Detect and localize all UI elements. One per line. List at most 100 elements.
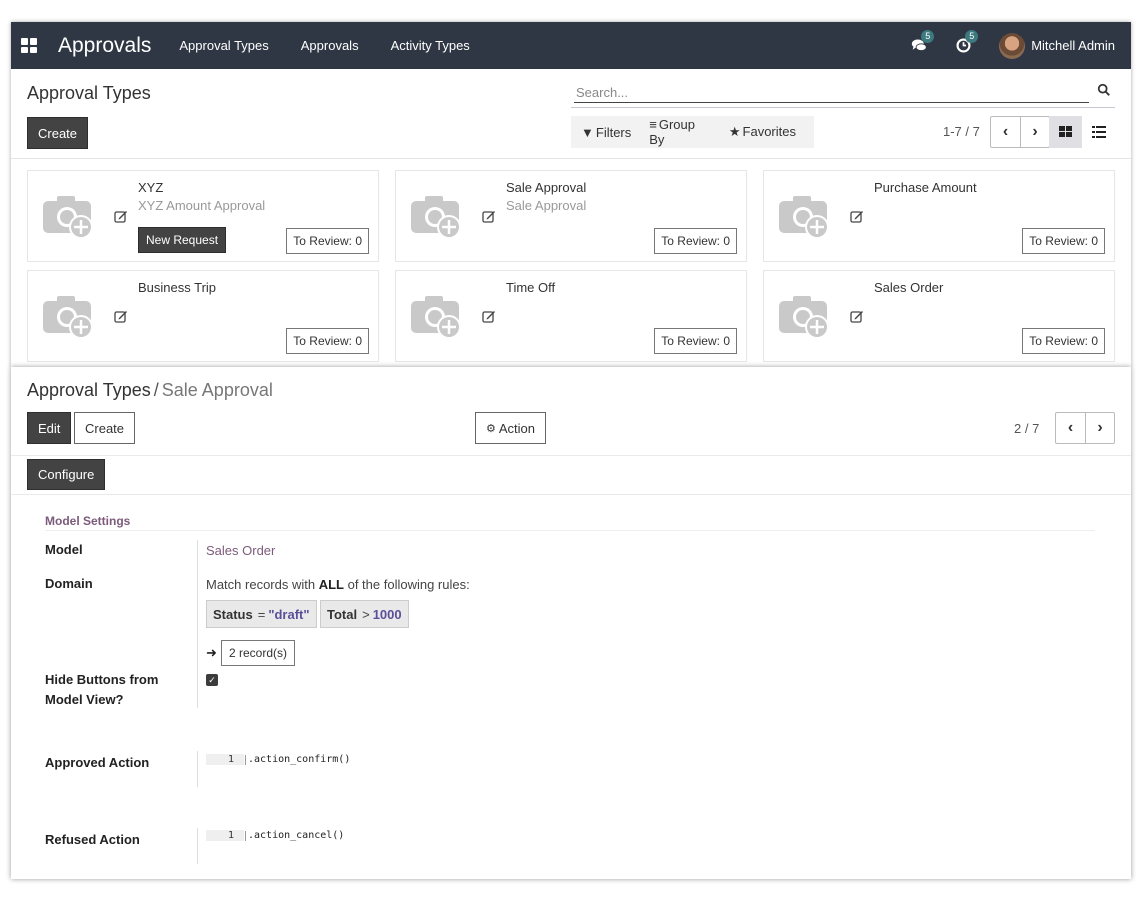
list-view-button[interactable] <box>1082 116 1115 148</box>
to-review-button[interactable]: To Review: 0 <box>1022 228 1105 254</box>
user-avatar[interactable] <box>999 32 1026 59</box>
kanban-card[interactable]: Purchase Amount To Review: 0 <box>763 170 1115 262</box>
hide-buttons-label-line1: Hide Buttons from <box>45 672 159 687</box>
systray: 5 5 Mitchell Admin <box>911 22 1115 69</box>
domain-rule-chip[interactable]: Total >1000 <box>320 600 409 628</box>
action-button[interactable]: ⚙ Action <box>475 412 547 444</box>
configure-button[interactable]: Configure <box>27 459 106 490</box>
line-number: 1 <box>206 754 244 765</box>
top-navbar: Approvals Approval Types Approvals Activ… <box>11 22 1131 69</box>
card-name: Time Off <box>506 280 556 295</box>
pager-buttons: ‹ › <box>990 116 1050 148</box>
card-name: Sales Order <box>874 280 944 295</box>
arrow-right-icon: ➜ <box>206 645 217 660</box>
pager-previous-button[interactable]: ‹ <box>1056 413 1085 443</box>
approval-types-kanban-window: Approvals Approval Types Approvals Activ… <box>11 22 1131 367</box>
new-request-button[interactable]: New Request <box>138 227 227 253</box>
kanban-card[interactable]: Sales Order To Review: 0 <box>763 270 1115 362</box>
hide-buttons-label: Hide Buttons from Model View? <box>45 670 158 710</box>
groupby-label: Group By <box>649 117 695 147</box>
camera-placeholder-icon <box>779 296 829 339</box>
text-cursor <box>245 754 246 765</box>
approved-action-code-editor[interactable]: 1 .action_confirm() <box>206 754 350 765</box>
camera-placeholder-icon <box>779 196 829 239</box>
create-button[interactable]: Create <box>74 412 136 444</box>
view-switcher <box>1049 116 1115 148</box>
to-review-button[interactable]: To Review: 0 <box>654 328 737 354</box>
line-number: 1 <box>206 830 244 841</box>
search-icon[interactable] <box>1097 83 1111 97</box>
rule-value: "draft" <box>268 606 310 622</box>
records-count-button[interactable]: 2 record(s) <box>221 640 296 666</box>
messages-badge: 5 <box>921 29 935 43</box>
activities-badge: 5 <box>965 29 979 43</box>
favorites-label: Favorites <box>742 124 796 139</box>
check-icon: ✓ <box>208 674 216 685</box>
edit-icon[interactable] <box>850 309 864 323</box>
domain-rule-chip[interactable]: Status = "draft" <box>206 600 317 628</box>
code-line: .action_confirm() <box>248 754 351 765</box>
to-review-button[interactable]: To Review: 0 <box>654 228 737 254</box>
camera-placeholder-icon <box>43 296 93 339</box>
menu-item-approvals[interactable]: Approvals <box>285 38 375 53</box>
pager-next-button[interactable]: › <box>1020 117 1049 147</box>
menu-item-approval-types[interactable]: Approval Types <box>163 38 284 53</box>
rule-operator: = <box>257 606 266 622</box>
menu-item-activity-types[interactable]: Activity Types <box>375 38 486 53</box>
rule-value: 1000 <box>372 606 402 622</box>
main-menu: Approval Types Approvals Activity Types <box>163 38 485 53</box>
activities-button[interactable]: 5 <box>955 29 979 55</box>
camera-placeholder-icon <box>411 296 461 339</box>
pager-next-button[interactable]: › <box>1085 413 1114 443</box>
edit-icon[interactable] <box>482 209 496 223</box>
page-title: Approval Types <box>27 83 151 103</box>
card-name: Purchase Amount <box>874 180 977 195</box>
model-value-link[interactable]: Sales Order <box>206 543 275 558</box>
app-brand[interactable]: Approvals <box>58 34 151 58</box>
refused-action-label: Refused Action <box>45 832 140 847</box>
edit-icon[interactable] <box>850 209 864 223</box>
search-divider <box>571 107 1115 108</box>
rule-operator: > <box>362 606 370 622</box>
divider <box>11 455 1131 456</box>
edit-icon[interactable] <box>114 209 128 223</box>
hide-buttons-label-line2: Model View? <box>45 692 124 707</box>
card-name: XYZ <box>138 180 164 195</box>
breadcrumb: Approval Types / Sale Approval <box>27 380 273 401</box>
filters-button[interactable]: ▼ Filters <box>581 125 631 140</box>
search-options: ▼ Filters ≡ Group By ★ Favorites <box>571 116 814 148</box>
kanban-card[interactable]: XYZ XYZ Amount Approval New Request To R… <box>27 170 379 262</box>
refused-action-code-editor[interactable]: 1 .action_cancel() <box>206 830 344 841</box>
kanban-view-button[interactable] <box>1049 116 1082 148</box>
camera-placeholder-icon <box>43 196 93 239</box>
pager-value[interactable]: 1-7 / 7 <box>943 124 980 139</box>
hide-buttons-checkbox[interactable]: ✓ <box>206 674 218 686</box>
code-line: .action_cancel() <box>248 830 345 841</box>
search-input[interactable]: Search... <box>574 82 1089 103</box>
sale-approval-form-window: Approval Types / Sale Approval Edit Create… <box>11 367 1131 879</box>
groupby-button[interactable]: ≡ Group By <box>649 117 711 147</box>
to-review-button[interactable]: To Review: 0 <box>286 328 369 354</box>
user-name[interactable]: Mitchell Admin <box>1031 38 1115 53</box>
to-review-button[interactable]: To Review: 0 <box>286 228 369 254</box>
edit-icon[interactable] <box>114 309 128 323</box>
breadcrumb-parent[interactable]: Approval Types <box>27 380 151 400</box>
favorites-button[interactable]: ★ Favorites <box>729 124 796 140</box>
edit-icon[interactable] <box>482 309 496 323</box>
group-separator <box>45 530 1095 531</box>
card-name: Sale Approval <box>506 180 587 195</box>
messages-button[interactable]: 5 <box>911 29 935 55</box>
filters-label: Filters <box>595 124 632 140</box>
edit-button[interactable]: Edit <box>27 412 72 444</box>
apps-menu-icon[interactable] <box>21 38 38 53</box>
create-button[interactable]: Create <box>27 117 89 149</box>
approved-action-label: Approved Action <box>45 755 150 770</box>
kanban-card[interactable]: Business Trip To Review: 0 <box>27 270 379 362</box>
to-review-button[interactable]: To Review: 0 <box>1022 328 1105 354</box>
kanban-card[interactable]: Sale Approval Sale Approval To Review: 0 <box>395 170 747 262</box>
pager-previous-button[interactable]: ‹ <box>991 117 1020 147</box>
pager-value[interactable]: 2 / 7 <box>1014 421 1039 436</box>
field-separator <box>197 540 198 708</box>
kanban-card[interactable]: Time Off To Review: 0 <box>395 270 747 362</box>
camera-placeholder-icon <box>411 196 461 239</box>
